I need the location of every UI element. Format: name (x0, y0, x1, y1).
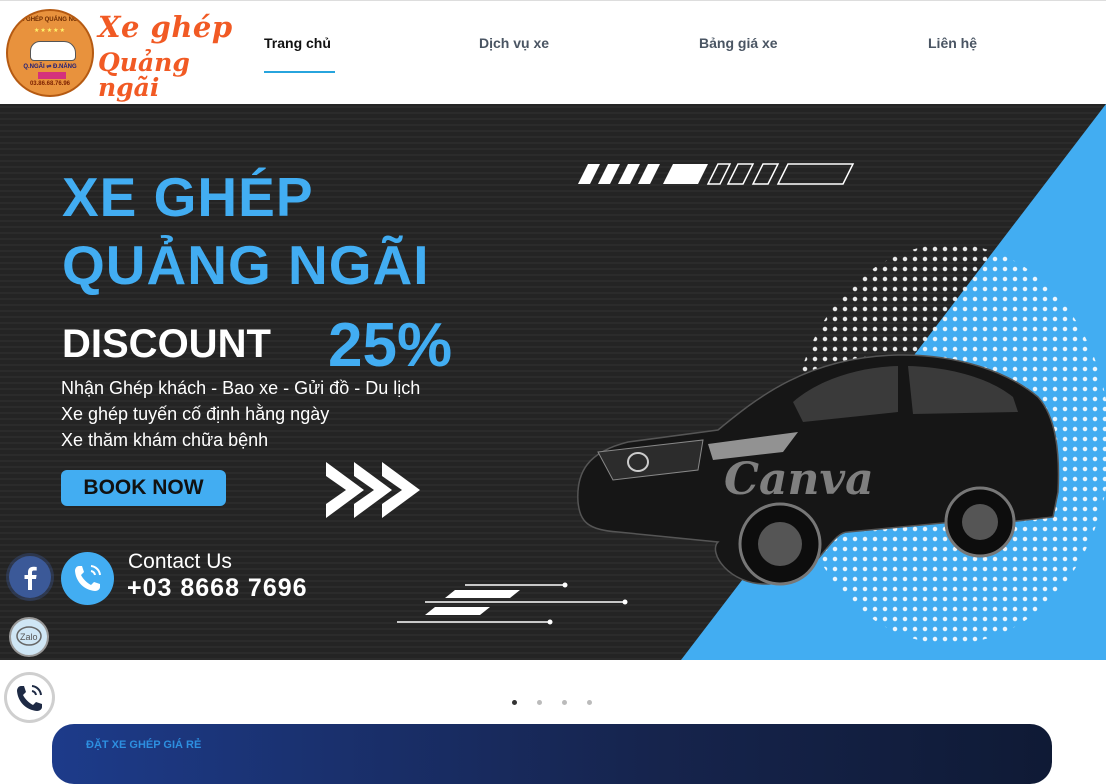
logo-badge-route: Q.NGÃI ⇌ Đ.NẴNG (23, 64, 77, 70)
booking-panel-title: ĐẶT XE GHÉP GIÁ RẺ (86, 739, 202, 751)
slider-dot-2[interactable] (537, 700, 542, 705)
speed-stripes-icon (578, 163, 855, 185)
slider-dot-3[interactable] (562, 700, 567, 705)
nav-active-indicator (264, 71, 335, 73)
logo-car-icon (30, 41, 76, 61)
logo-badge-phone: 03.86.68.76.96 (29, 81, 71, 87)
nav-item-services[interactable]: Dịch vụ xe (479, 35, 549, 51)
canva-watermark: Canva (724, 454, 874, 505)
contact-phone-icon[interactable] (61, 552, 114, 605)
banner-discount-value: 25% (328, 311, 453, 380)
logo-title-line1: Xe ghép (98, 10, 233, 44)
phone-float-button[interactable] (7, 675, 52, 720)
nav-item-contact[interactable]: Liên hệ (928, 35, 977, 51)
logo-wordmark[interactable]: Xe ghép Quảng ngãi (98, 10, 248, 102)
logo-badge[interactable]: XE GHÉP QUẢNG NGÃI ★★★★★ Q.NGÃI ⇌ Đ.NẴNG… (6, 9, 94, 97)
phone-icon (17, 685, 42, 711)
banner-line-3: Xe thăm khám chữa bệnh (61, 430, 269, 450)
site-header: XE GHÉP QUẢNG NGÃI ★★★★★ Q.NGÃI ⇌ Đ.NẴNG… (0, 0, 1106, 104)
slider-dot-1[interactable] (512, 700, 517, 705)
facebook-float-button[interactable] (9, 556, 51, 598)
arrows-icon (326, 462, 420, 518)
slider-dot-4[interactable] (587, 700, 592, 705)
booking-panel: ĐẶT XE GHÉP GIÁ RẺ (52, 724, 1052, 784)
logo-badge-ring-text: XE GHÉP QUẢNG NGÃI (16, 17, 84, 23)
nav-item-pricing[interactable]: Bảng giá xe (699, 35, 778, 51)
logo-title-line2: Quảng ngãi (98, 48, 190, 102)
banner-discount-label: DISCOUNT (62, 322, 271, 366)
book-now-button[interactable]: BOOK NOW (61, 470, 226, 506)
hero-banner[interactable]: XE GHÉP QUẢNG NGÃI DISCOUNT 25% Nhận Ghé… (0, 104, 1106, 660)
zalo-float-button[interactable]: Zalo (9, 617, 49, 657)
logo-badge-tag (38, 72, 66, 79)
contact-phone-number[interactable]: +03 8668 7696 (127, 574, 308, 603)
nav-item-home[interactable]: Trang chủ (264, 35, 331, 51)
banner-title-line1: XE GHÉP (62, 166, 314, 228)
facebook-icon (24, 566, 37, 590)
zalo-label: Zalo (20, 632, 38, 642)
logo-badge-stars: ★★★★★ (34, 28, 66, 34)
banner-title-line2: QUẢNG NGÃI (62, 234, 430, 296)
banner-line-1: Nhận Ghép khách - Bao xe - Gửi đồ - Du l… (61, 378, 421, 398)
banner-line-2: Xe ghép tuyến cố định hằng ngày (61, 404, 330, 424)
contact-label: Contact Us (128, 550, 232, 573)
